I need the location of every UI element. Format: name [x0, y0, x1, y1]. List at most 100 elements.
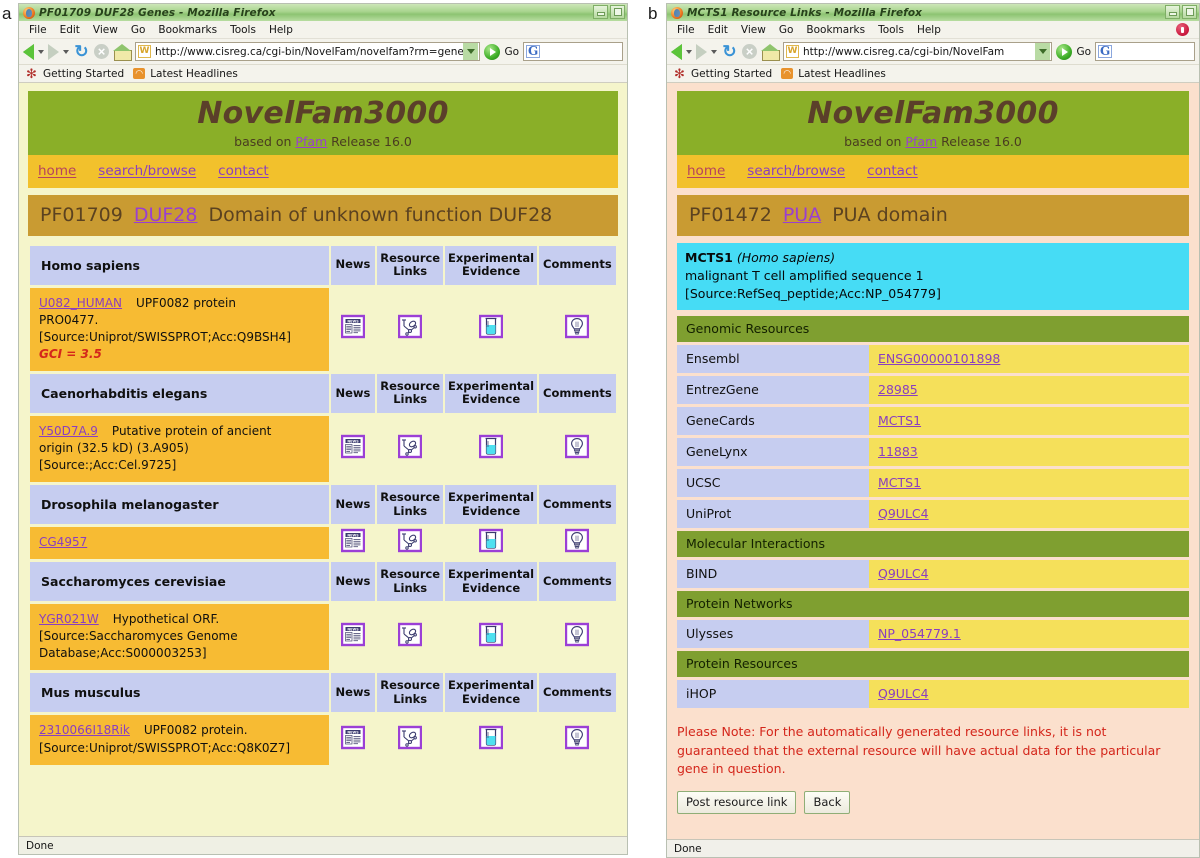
pfam-accession-right[interactable]: PUA — [783, 204, 821, 226]
resource-value-link[interactable]: MCTS1 — [878, 475, 921, 490]
address-bar-left[interactable]: http://www.cisreg.ca/cgi-bin/NovelFam/no… — [135, 42, 481, 61]
experimental-evidence-icon[interactable] — [479, 434, 504, 463]
comments-icon[interactable] — [565, 725, 590, 754]
search-input-left[interactable]: G — [523, 42, 623, 61]
resource-links-icon[interactable] — [398, 434, 423, 463]
gene-id-link[interactable]: YGR021W — [39, 612, 99, 626]
reload-icon[interactable] — [73, 43, 90, 60]
news-icon-cell[interactable]: NEWS — [330, 715, 375, 765]
experimental-evidence-icon[interactable] — [479, 623, 504, 651]
pfam-link-left[interactable]: Pfam — [295, 134, 327, 149]
menu-file[interactable]: File — [29, 24, 47, 36]
back-icon[interactable] — [23, 43, 34, 60]
news-icon-cell[interactable]: NEWS — [330, 287, 375, 371]
maximize-button[interactable] — [1182, 5, 1197, 19]
stop-icon[interactable] — [742, 44, 757, 59]
experimental-evidence-icon[interactable] — [479, 314, 504, 343]
post-resource-link-button[interactable]: Post resource link — [677, 791, 797, 815]
menu-tools[interactable]: Tools — [230, 24, 256, 36]
resource-links-icon[interactable] — [398, 725, 423, 754]
experimental-evidence-icon[interactable] — [479, 725, 504, 754]
experimental-evidence-icon-cell[interactable] — [445, 527, 537, 560]
resource-links-icon[interactable] — [398, 623, 423, 651]
experimental-evidence-icon-cell[interactable] — [445, 287, 537, 371]
forward-dropdown-icon[interactable] — [63, 49, 69, 54]
resource-value-link[interactable]: MCTS1 — [878, 413, 921, 428]
forward-dropdown-icon[interactable] — [711, 49, 717, 54]
menu-bookmarks[interactable]: Bookmarks — [806, 24, 865, 36]
comments-icon[interactable] — [565, 623, 590, 651]
experimental-evidence-icon[interactable] — [479, 528, 504, 557]
forward-icon[interactable] — [48, 43, 59, 60]
nav-search-browse-left[interactable]: search/browse — [98, 163, 196, 179]
experimental-evidence-icon-cell[interactable] — [445, 604, 537, 671]
resource-links-icon-cell[interactable] — [376, 715, 444, 765]
comments-icon-cell[interactable] — [538, 715, 616, 765]
bookmark-getting-started[interactable]: Getting Started — [691, 68, 772, 80]
go-label-left[interactable]: Go — [504, 46, 519, 58]
nav-home-right[interactable]: home — [687, 163, 725, 179]
reload-icon[interactable] — [721, 43, 738, 60]
nav-contact-right[interactable]: contact — [867, 163, 918, 179]
news-icon-cell[interactable]: NEWS — [330, 527, 375, 560]
home-icon[interactable] — [113, 43, 132, 61]
comments-icon[interactable] — [565, 314, 590, 343]
gene-id-link[interactable]: U082_HUMAN — [39, 296, 122, 310]
bookmark-getting-started[interactable]: Getting Started — [43, 68, 124, 80]
resource-value-link[interactable]: Q9ULC4 — [878, 686, 929, 701]
resource-value-link[interactable]: 28985 — [878, 382, 918, 397]
comments-icon[interactable] — [565, 528, 590, 557]
news-icon-cell[interactable]: NEWS — [330, 415, 375, 482]
menu-bookmarks[interactable]: Bookmarks — [158, 24, 217, 36]
gene-id-link[interactable]: 2310066I18Rik — [39, 723, 130, 737]
menu-go[interactable]: Go — [131, 24, 146, 36]
home-icon[interactable] — [761, 43, 780, 61]
gene-id-link[interactable]: Y50D7A.9 — [39, 424, 98, 438]
menu-view[interactable]: View — [741, 24, 766, 36]
menu-help[interactable]: Help — [269, 24, 293, 36]
gene-id-link[interactable]: CG4957 — [39, 535, 87, 549]
comments-icon-cell[interactable] — [538, 527, 616, 560]
news-icon-cell[interactable]: NEWS — [330, 604, 375, 671]
resource-links-icon[interactable] — [398, 528, 423, 557]
back-dropdown-icon[interactable] — [38, 49, 44, 54]
search-input-right[interactable]: G — [1095, 42, 1195, 61]
address-bar-right[interactable]: http://www.cisreg.ca/cgi-bin/NovelFam — [783, 42, 1053, 61]
bookmark-latest-headlines[interactable]: Latest Headlines — [798, 68, 886, 80]
news-icon[interactable]: NEWS — [340, 725, 365, 754]
stop-icon[interactable] — [94, 44, 109, 59]
nav-search-browse-right[interactable]: search/browse — [747, 163, 845, 179]
comments-icon[interactable] — [565, 434, 590, 463]
nav-home-left[interactable]: home — [38, 163, 76, 179]
go-icon[interactable] — [1056, 43, 1073, 60]
pfam-link-right[interactable]: Pfam — [905, 134, 937, 149]
go-label-right[interactable]: Go — [1076, 46, 1091, 58]
resource-value-link[interactable]: Q9ULC4 — [878, 566, 929, 581]
menu-edit[interactable]: Edit — [60, 24, 80, 36]
address-dropdown-icon[interactable] — [463, 43, 479, 60]
bookmark-latest-headlines[interactable]: Latest Headlines — [150, 68, 238, 80]
minimize-button[interactable] — [1165, 5, 1180, 19]
menu-file[interactable]: File — [677, 24, 695, 36]
comments-icon-cell[interactable] — [538, 287, 616, 371]
alert-icon[interactable] — [1176, 23, 1189, 36]
menu-view[interactable]: View — [93, 24, 118, 36]
menu-edit[interactable]: Edit — [708, 24, 728, 36]
forward-icon[interactable] — [696, 43, 707, 60]
resource-value-link[interactable]: Q9ULC4 — [878, 506, 929, 521]
news-icon[interactable]: NEWS — [340, 434, 365, 463]
menu-go[interactable]: Go — [779, 24, 794, 36]
nav-contact-left[interactable]: contact — [218, 163, 269, 179]
experimental-evidence-icon-cell[interactable] — [445, 715, 537, 765]
back-icon[interactable] — [671, 43, 682, 60]
comments-icon-cell[interactable] — [538, 604, 616, 671]
news-icon[interactable]: NEWS — [340, 528, 365, 557]
resource-links-icon-cell[interactable] — [376, 527, 444, 560]
back-dropdown-icon[interactable] — [686, 49, 692, 54]
resource-links-icon-cell[interactable] — [376, 415, 444, 482]
resource-links-icon-cell[interactable] — [376, 604, 444, 671]
minimize-button[interactable] — [593, 5, 608, 19]
news-icon[interactable]: NEWS — [340, 314, 365, 343]
back-button[interactable]: Back — [804, 791, 851, 815]
pfam-accession-left[interactable]: DUF28 — [134, 204, 198, 226]
